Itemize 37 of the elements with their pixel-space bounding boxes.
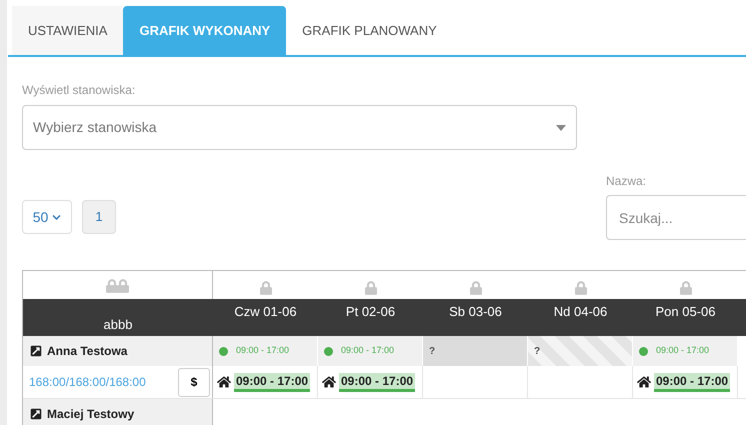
page-button[interactable]: 1	[82, 200, 116, 234]
day-off-cell: ?	[423, 336, 528, 366]
column-header: abbb	[104, 316, 132, 334]
double-lock-icon[interactable]	[106, 279, 129, 293]
lock-icon[interactable]	[260, 281, 272, 295]
day-header: Pon 05-06	[656, 303, 716, 321]
day-header: Pt 02-06	[346, 303, 396, 321]
tab[interactable]: USTAWIENIA	[12, 6, 124, 55]
lock-icon[interactable]	[574, 281, 586, 295]
external-link-icon[interactable]	[30, 408, 42, 420]
planned-time: 09:00 - 17:00	[341, 344, 394, 358]
field-label: Wyświetl stanowiska:	[22, 82, 136, 99]
employee-name: Maciej Testowy	[47, 406, 134, 423]
day-header: Czw 01-06	[234, 303, 297, 321]
search-field[interactable]: Szukaj...	[606, 195, 746, 240]
actual-time[interactable]: 09:00 - 17:00	[339, 372, 416, 392]
actual-time[interactable]: 09:00 - 17:00	[654, 372, 730, 392]
page-size-select[interactable]: 50	[22, 200, 72, 234]
house-icon	[637, 375, 651, 389]
employee-name: Anna Testowa	[47, 343, 128, 360]
chevron-icon	[52, 212, 62, 222]
house-icon	[322, 375, 336, 389]
house-icon	[217, 375, 231, 389]
day-header: Sb 03-06	[449, 303, 502, 321]
field-label: Nazwa:	[606, 173, 648, 190]
holiday-cell: ?	[528, 336, 633, 366]
caret-icon	[556, 124, 566, 130]
planned-time: 09:00 - 17:00	[656, 344, 710, 358]
planned-time: 09:00 - 17:00	[236, 344, 290, 358]
positions-select[interactable]: Wybierz stanowiska	[22, 105, 577, 150]
lock-icon[interactable]	[470, 281, 482, 295]
lock-icon[interactable]	[680, 281, 692, 295]
day-header: Nd 04-06	[554, 303, 608, 321]
external-link-icon[interactable]	[30, 345, 42, 357]
pay-button[interactable]: $	[178, 368, 210, 396]
lock-icon[interactable]	[364, 281, 376, 295]
actual-time[interactable]: 09:00 - 17:00	[234, 372, 310, 392]
